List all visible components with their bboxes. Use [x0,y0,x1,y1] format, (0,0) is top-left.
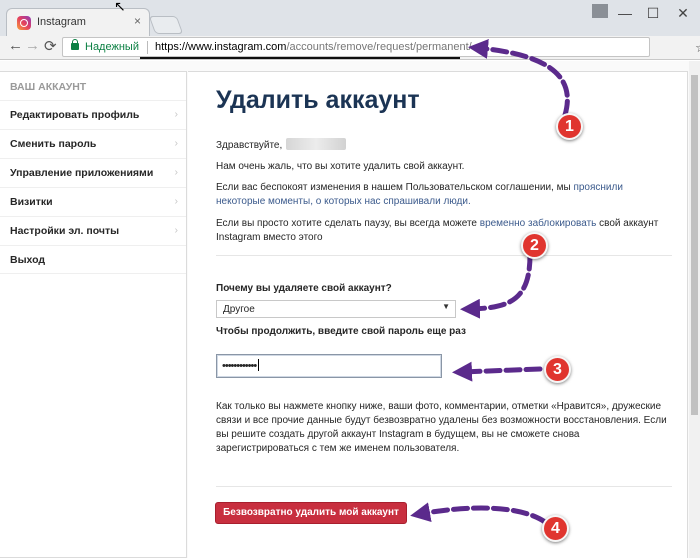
arrow-2 [460,252,533,319]
annotation-overlay [410,38,570,525]
step-badge-3: 3 [544,356,571,383]
arrow-4 [410,502,548,525]
step-badge-4: 4 [542,515,569,542]
arrow-1 [468,38,570,118]
step-badge-2: 2 [521,232,548,259]
arrow-3 [452,361,543,382]
step-badge-1: 1 [556,113,583,140]
